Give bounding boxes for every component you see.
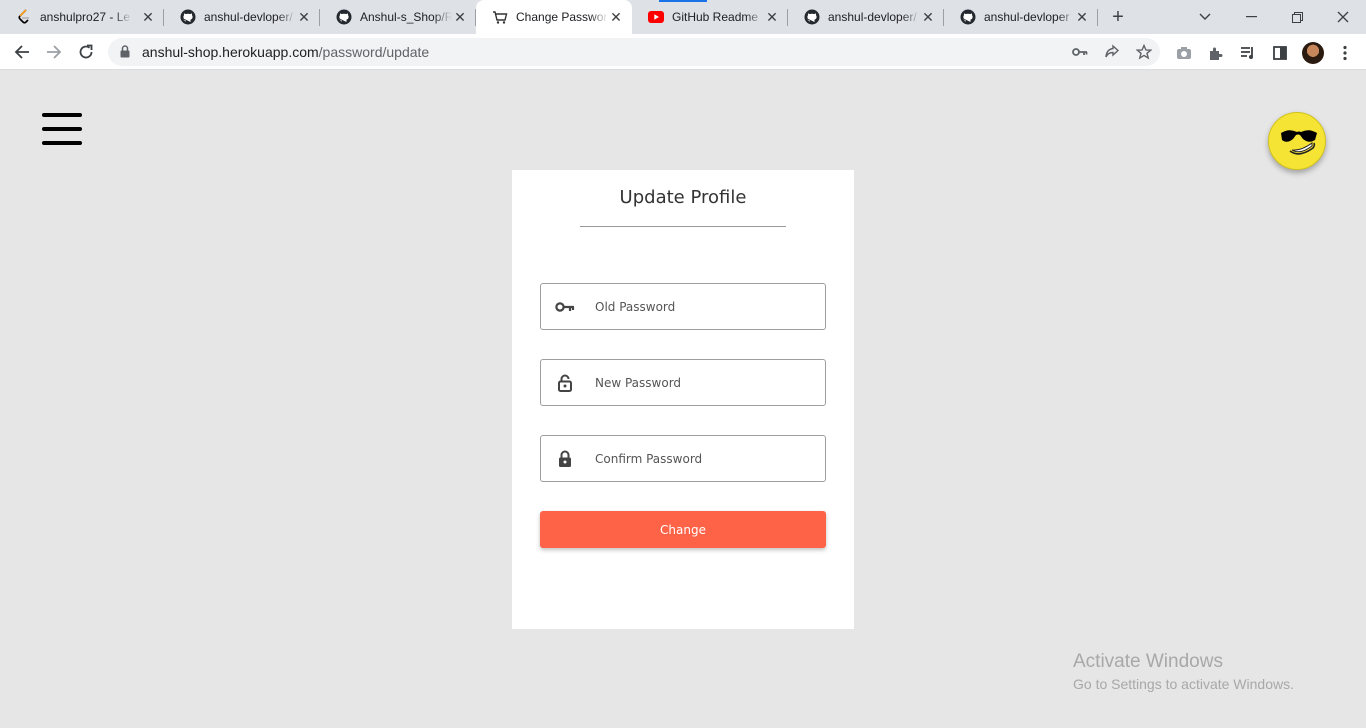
tab-title: anshul-devloper/ — [828, 10, 917, 24]
media-queue-icon[interactable] — [1239, 44, 1257, 62]
close-icon[interactable]: ✕ — [764, 9, 780, 25]
github-icon — [180, 9, 196, 25]
close-window-button[interactable] — [1320, 0, 1366, 34]
tab-title: anshul-devloper/ — [204, 10, 293, 24]
url-domain: anshul-shop.herokuapp.com — [142, 44, 319, 60]
close-icon[interactable]: ✕ — [452, 9, 468, 25]
close-icon[interactable]: ✕ — [920, 9, 936, 25]
smiley-sunglasses-icon[interactable] — [1268, 112, 1326, 170]
tab-github-4[interactable]: anshul-devloper ✕ — [944, 0, 1098, 34]
close-icon[interactable]: ✕ — [1074, 9, 1090, 25]
back-button[interactable] — [10, 40, 34, 64]
tab-change-password[interactable]: Change Passwor ✕ — [476, 0, 632, 34]
lock-open-icon — [555, 374, 575, 392]
github-icon — [336, 9, 352, 25]
extensions-icon[interactable] — [1207, 44, 1225, 62]
restore-icon — [1291, 11, 1303, 23]
tab-title: anshul-devloper — [984, 10, 1070, 24]
tab-github-2[interactable]: Anshul-s_Shop/R ✕ — [320, 0, 476, 34]
confirm-password-input[interactable] — [595, 446, 815, 472]
tab-youtube[interactable]: GitHub Readme ✕ — [632, 0, 788, 34]
profile-avatar[interactable] — [1302, 42, 1324, 64]
github-icon — [960, 9, 976, 25]
change-password-button[interactable]: Change — [540, 511, 826, 548]
browser-tab-bar: anshulpro27 - Le ✕ anshul-devloper/ ✕ An… — [0, 0, 1366, 34]
share-icon[interactable] — [1104, 44, 1120, 60]
key-icon[interactable] — [1072, 44, 1088, 60]
tab-leetcode[interactable]: anshulpro27 - Le ✕ — [0, 0, 164, 34]
chevron-down-icon — [1199, 13, 1211, 20]
side-panel-icon[interactable] — [1271, 44, 1289, 62]
watermark-title: Activate Windows — [1073, 651, 1223, 672]
update-password-card: Update Profile Change — [512, 170, 854, 629]
tab-title: Change Passwor — [516, 10, 608, 24]
tab-github-3[interactable]: anshul-devloper/ ✕ — [788, 0, 944, 34]
close-icon[interactable]: ✕ — [140, 9, 156, 25]
card-title: Update Profile — [619, 187, 747, 208]
forward-button[interactable] — [42, 40, 66, 64]
tab-github-1[interactable]: anshul-devloper/ ✕ — [164, 0, 320, 34]
lock-icon — [555, 450, 575, 468]
hamburger-menu-icon[interactable] — [42, 113, 82, 147]
windows-activation-watermark: Activate Windows Go to Settings to activ… — [1073, 651, 1294, 692]
new-password-input[interactable] — [595, 370, 815, 396]
arrow-right-icon — [47, 45, 62, 59]
old-password-field[interactable] — [540, 283, 826, 330]
url-text: anshul-shop.herokuapp.com/password/updat… — [142, 44, 429, 60]
address-bar[interactable]: anshul-shop.herokuapp.com/password/updat… — [108, 38, 1160, 66]
cart-icon — [492, 9, 508, 25]
tab-title: GitHub Readme — [672, 10, 759, 24]
confirm-password-field[interactable] — [540, 435, 826, 482]
star-icon[interactable] — [1136, 44, 1152, 60]
new-tab-button[interactable]: + — [1108, 7, 1128, 27]
close-icon — [1337, 11, 1349, 23]
youtube-icon — [648, 9, 664, 25]
watermark-subtitle: Go to Settings to activate Windows. — [1073, 676, 1294, 692]
browser-toolbar: anshul-shop.herokuapp.com/password/updat… — [0, 34, 1366, 70]
new-password-field[interactable] — [540, 359, 826, 406]
github-icon — [804, 9, 820, 25]
close-icon[interactable]: ✕ — [296, 9, 312, 25]
lock-icon — [120, 45, 130, 63]
reload-icon — [79, 44, 93, 59]
menu-dots-icon[interactable] — [1336, 44, 1354, 62]
url-path: /password/update — [318, 44, 430, 60]
camera-icon[interactable] — [1175, 44, 1193, 62]
close-icon[interactable]: ✕ — [608, 9, 624, 25]
key-icon — [555, 298, 575, 316]
restore-button[interactable] — [1274, 0, 1320, 34]
leetcode-icon — [16, 9, 32, 25]
minimize-icon — [1245, 16, 1257, 18]
arrow-left-icon — [14, 45, 29, 59]
tab-title: Anshul-s_Shop/R — [360, 10, 452, 24]
title-divider — [580, 226, 786, 227]
minimize-button[interactable] — [1228, 0, 1274, 34]
reload-button[interactable] — [74, 40, 98, 64]
old-password-input[interactable] — [595, 294, 815, 320]
tab-search-button[interactable] — [1182, 0, 1228, 34]
tab-title: anshulpro27 - Le — [40, 10, 131, 24]
